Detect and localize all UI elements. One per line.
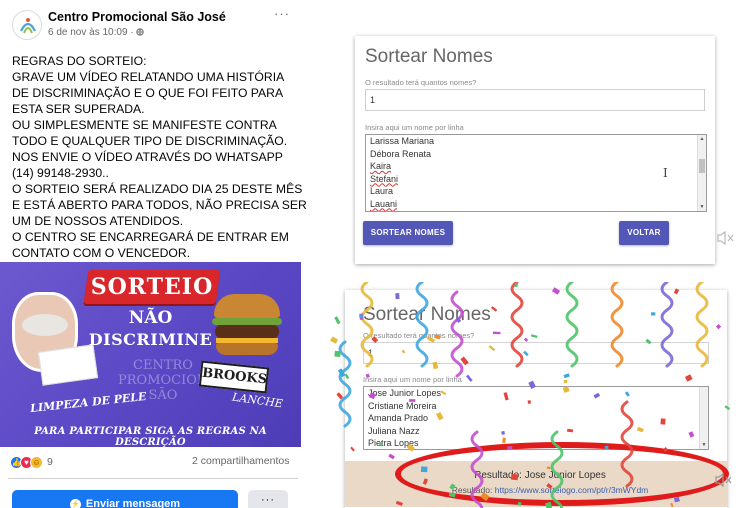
scroll-down-icon-2[interactable]: ▼ <box>700 442 708 448</box>
reaction-count: 9 <box>47 456 53 468</box>
send-message-label: Enviar mensagem <box>85 498 181 508</box>
name-line: Lauani <box>370 198 398 209</box>
name-line: Laura <box>370 186 394 196</box>
page-name-link[interactable]: Centro Promocional São José <box>48 10 226 24</box>
name-line: Larissa Mariana <box>370 136 435 146</box>
burger-photo <box>212 294 282 356</box>
post-body-text: REGRAS DO SORTEIO: GRAVE UM VÍDEO RELATAN… <box>12 53 307 261</box>
names-textarea[interactable]: Larissa Mariana Débora Renata Kaira Stefani… <box>365 134 707 212</box>
sorter-title-2: Sortear Nomes <box>363 304 491 325</box>
globe-icon <box>136 28 145 36</box>
names-label: Insira aqui um nome por linha <box>365 123 464 132</box>
names-label-2: Insira aqui um nome por linha <box>363 375 462 384</box>
reactions-summary[interactable]: 👍 ♥ ☺ 9 <box>10 455 53 469</box>
text-cursor-icon: I <box>663 166 668 180</box>
sorteio-banner: SORTEIO <box>83 270 221 304</box>
sorter-title: Sortear Nomes <box>365 46 493 67</box>
promo-bottom-text: PARA PARTICIPAR SIGA AS REGRAS NA DESCRI… <box>34 426 267 447</box>
name-line: Débora Renata <box>370 148 432 159</box>
post-body-line: UM DE NOSSOS ATENDIDOS. <box>12 214 184 228</box>
confetti-piece <box>330 336 339 344</box>
count-input[interactable]: 1 <box>365 89 705 111</box>
confetti-piece <box>336 392 344 400</box>
count-label: O resultado terá quantos nomes? <box>365 78 477 87</box>
post-body-line: O SORTEIO SERÁ REALIZADO DIA 25 DESTE MÊ… <box>12 182 303 196</box>
name-line: Juliana Nazz <box>368 425 420 436</box>
scroll-up-icon[interactable]: ▲ <box>698 136 706 142</box>
names-list-2: Jose Junior Lopes Cristiane Moreira Amanda… <box>364 387 708 449</box>
post-timestamp[interactable]: 6 de nov às 10:09 · <box>48 27 145 38</box>
post-body-line: CONTATO COM O VENCEDOR. <box>12 246 191 260</box>
name-line: Cristiane Moreira <box>368 400 437 411</box>
confetti-piece <box>334 350 341 357</box>
name-line: Amanda Prado <box>368 413 429 423</box>
names-list: Larissa Mariana Débora Renata Kaira Stefani… <box>366 135 706 210</box>
name-line: Jose Junior Lopes <box>368 388 442 398</box>
shares-count-link[interactable]: 2 compartilhamentos <box>192 455 289 467</box>
confetti-piece <box>514 282 518 288</box>
mute-icon[interactable] <box>716 230 736 246</box>
messenger-icon: ⚡ <box>69 499 81 508</box>
brooks-logo: BROOKS <box>198 360 270 394</box>
back-button[interactable]: VOLTAR <box>619 221 669 245</box>
post-body-line: ESTA SER SUPERADA. <box>12 102 145 116</box>
post-body-line: (14) 99148-2930.. <box>12 166 109 180</box>
names-scrollbar-2[interactable]: ▼ <box>699 387 708 449</box>
post-body-line: NOS ENVIE O VÍDEO ATRAVÉS DO WHATSAPP <box>12 150 283 164</box>
name-line: Kaira <box>370 161 392 171</box>
name-line: Stefani <box>370 173 399 184</box>
post-body-line: E ESTÁ ABERTO PARA TODOS, NÃO PRECISA SE… <box>12 198 307 212</box>
business-card-graphic <box>37 344 99 386</box>
promo-image[interactable]: SORTEIO NÃO DISCRIMINE CENTRO PROMOCIONA… <box>0 262 301 447</box>
post-body-line: DE DISCRIMINAÇÃO E O QUE FOI FEITO PARA <box>12 86 284 100</box>
draw-names-button[interactable]: SORTEAR NOMES <box>363 221 453 245</box>
lanche-label: LANCHE <box>231 390 284 411</box>
mute-icon-2[interactable] <box>714 472 734 488</box>
post-body-line: OU SIMPLESMENTE SE MANIFESTE CONTRA <box>12 118 277 132</box>
send-message-button[interactable]: ⚡ Enviar mensagem <box>12 490 238 508</box>
highlight-circle <box>395 442 729 506</box>
post-body-line: TODO E QUALQUER TIPO DE DISCRIMINAÇÃO. <box>12 134 288 148</box>
page-avatar[interactable] <box>12 10 42 40</box>
confetti-piece <box>334 316 341 325</box>
screenshot-root: Centro Promocional São José 6 de nov às … <box>0 0 742 508</box>
logo-icon <box>20 18 36 34</box>
names-textarea-2[interactable]: Jose Junior Lopes Cristiane Moreira Amanda… <box>363 386 709 450</box>
post-body-line: REGRAS DO SORTEIO: <box>12 54 147 68</box>
scroll-thumb[interactable] <box>699 159 705 173</box>
divider <box>8 478 298 479</box>
post-date: 6 de nov às 10:09 · <box>48 27 137 38</box>
haha-icon: ☺ <box>30 455 43 469</box>
post-body-line: GRAVE UM VÍDEO RELATANDO UMA HISTÓRIA <box>12 70 285 84</box>
facebook-post: Centro Promocional São José 6 de nov às … <box>0 0 307 508</box>
count-label-2: O resultado terá quantos nomes? <box>363 331 475 340</box>
more-actions-button[interactable]: ··· <box>248 490 288 508</box>
post-body-line: O CENTRO SE ENCARREGARÁ DE ENTRAR EM <box>12 230 289 244</box>
post-options-button[interactable]: ··· <box>274 6 290 21</box>
limpeza-label: LIMPEZA DE PELE <box>29 389 148 416</box>
sorteio-label: SORTEIO <box>90 274 214 300</box>
scroll-down-icon[interactable]: ▼ <box>698 204 706 210</box>
names-scrollbar[interactable]: ▲ ▼ <box>697 135 706 211</box>
sorter-card-top: Sortear Nomes O resultado terá quantos n… <box>355 36 715 264</box>
count-input-2[interactable]: 1 <box>363 342 709 364</box>
